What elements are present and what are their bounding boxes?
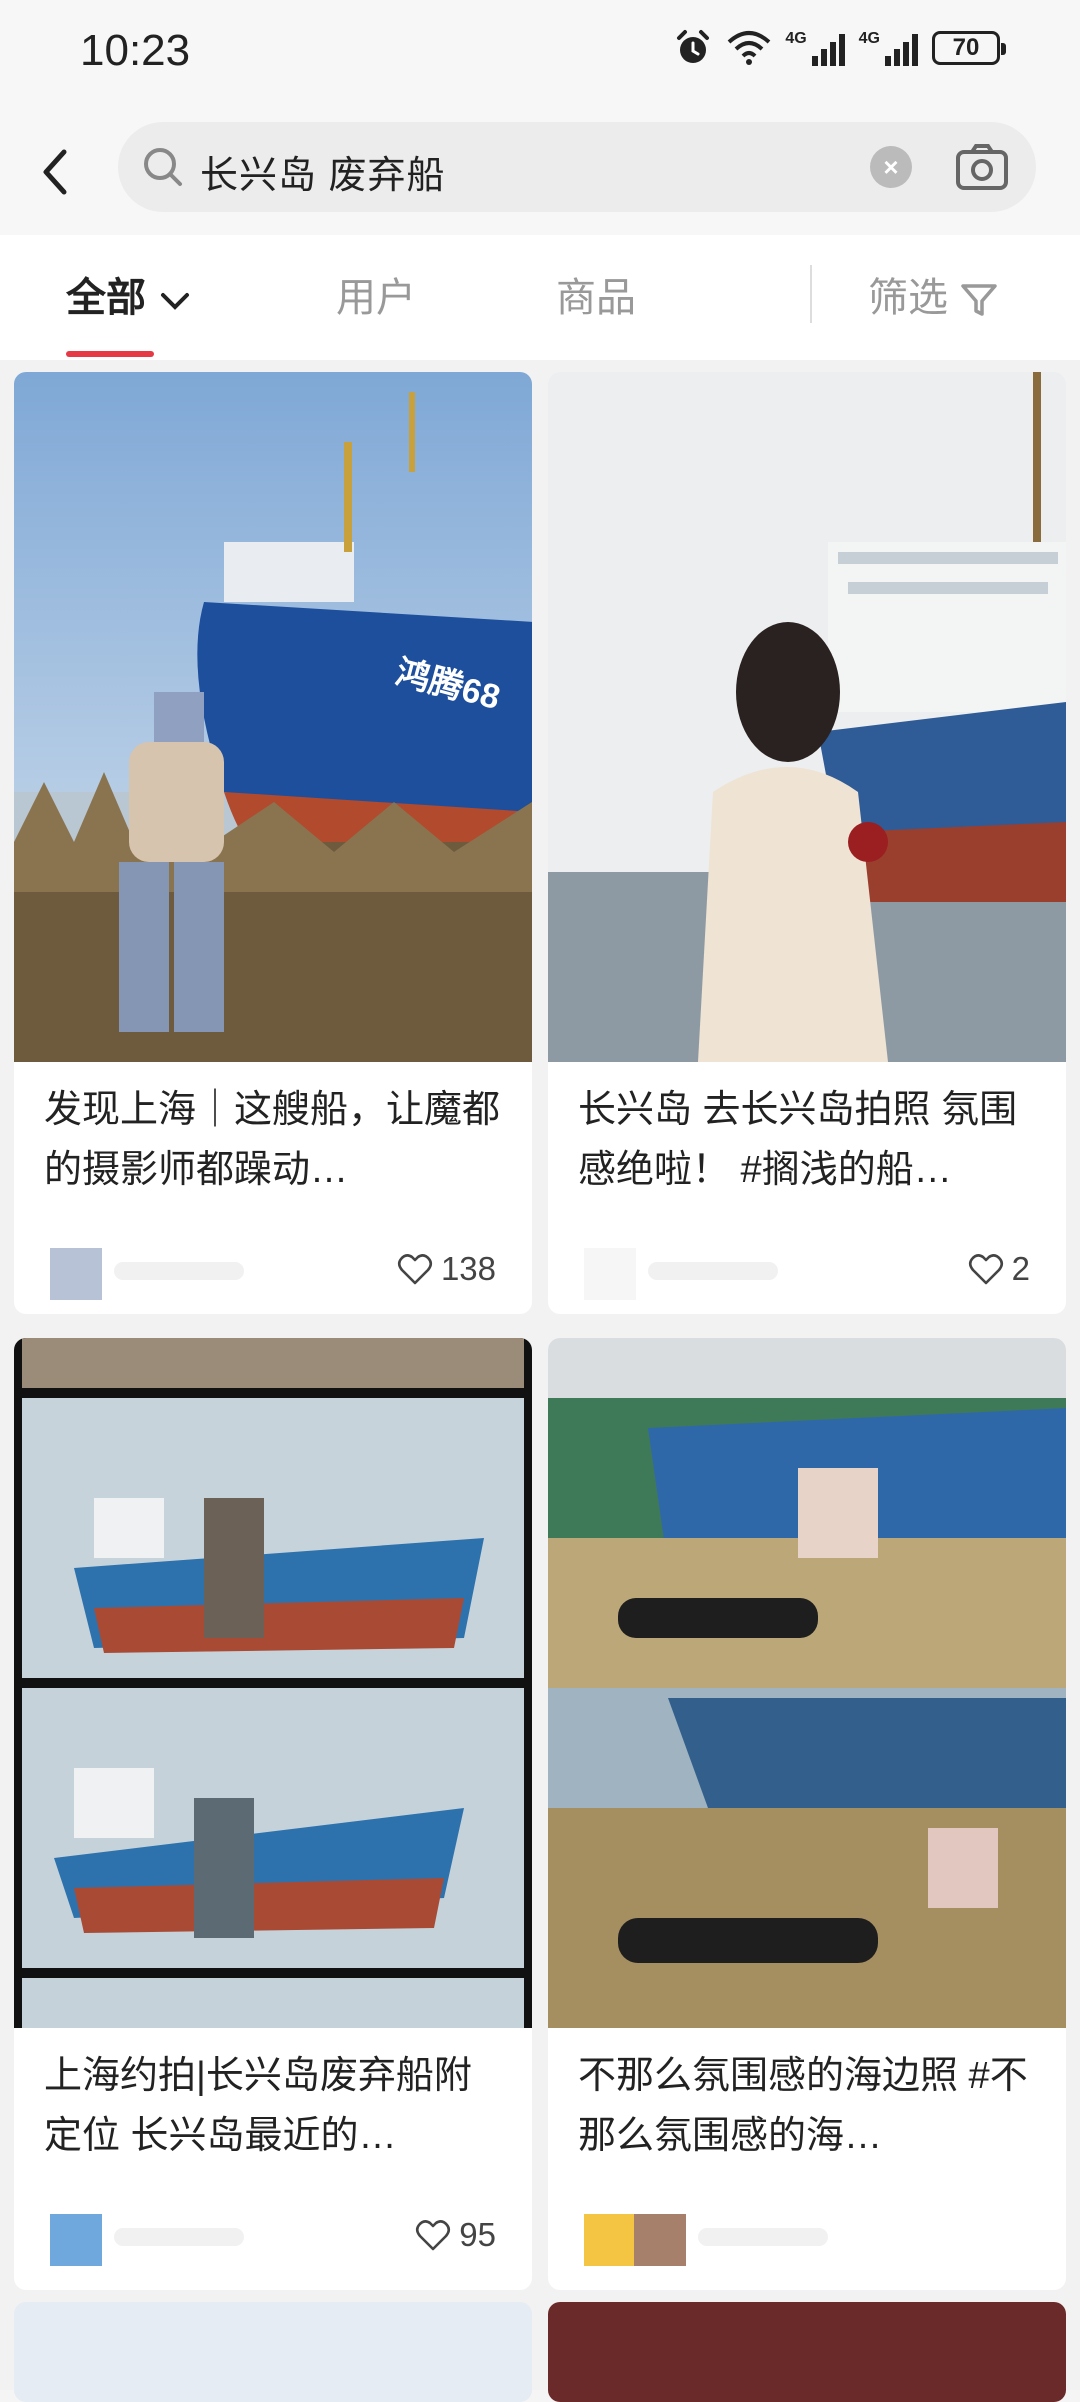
- author-name-blurred: [114, 1262, 244, 1280]
- like-button[interactable]: 138: [397, 1250, 496, 1288]
- post-card[interactable]: 上海约拍|长兴岛废弃船附定位 长兴岛最近的… 95: [14, 1338, 532, 2290]
- tab-users[interactable]: 用户: [336, 265, 416, 323]
- post-title[interactable]: 发现上海｜这艘船，让魔都的摄影师都躁动…: [44, 1080, 504, 1200]
- heart-icon: [968, 1254, 1003, 1285]
- tab-divider: [810, 265, 812, 323]
- tab-products[interactable]: 商品: [556, 265, 636, 323]
- post-title[interactable]: 上海约拍|长兴岛废弃船附定位 长兴岛最近的…: [44, 2046, 504, 2166]
- like-count: 95: [459, 2216, 496, 2253]
- post-image: [14, 1338, 532, 2028]
- post-meta: [548, 2208, 1066, 2268]
- post-card[interactable]: 长兴岛 去长兴岛拍照 氛围感绝啦！ #搁浅的船… 2: [548, 372, 1066, 1314]
- signal-icon: 4G: [859, 30, 918, 66]
- post-meta: 2: [548, 1242, 1066, 1302]
- post-card-partial[interactable]: [548, 2302, 1066, 2402]
- wifi-icon: [727, 31, 771, 65]
- like-count: 2: [1011, 1250, 1030, 1287]
- avatar[interactable]: [584, 1248, 636, 1300]
- search-icon: [144, 148, 182, 186]
- network-type-1: 4G: [785, 30, 807, 47]
- avatar[interactable]: [50, 2214, 102, 2266]
- tab-all-label: 全部: [66, 276, 146, 320]
- like-count: 138: [440, 1250, 496, 1287]
- post-card[interactable]: 不那么氛围感的海边照 #不那么氛围感的海…: [548, 1338, 1066, 2290]
- back-arrow-icon[interactable]: [32, 142, 82, 202]
- signal-icon: 4G: [785, 30, 845, 66]
- battery-icon: 70: [932, 31, 1006, 65]
- post-card[interactable]: 鸿腾68 发现上海｜这艘船，让魔都的摄影师都躁动… 138: [14, 372, 532, 1314]
- tab-all[interactable]: 全部: [66, 265, 193, 323]
- like-button[interactable]: 95: [415, 2216, 496, 2254]
- camera-search-icon[interactable]: [954, 142, 1010, 192]
- status-bar: 10:23 4G 4G 70: [0, 0, 1080, 110]
- post-meta: 95: [14, 2208, 532, 2268]
- results-feed: 鸿腾68 发现上海｜这艘船，让魔都的摄影师都躁动… 138 长兴岛 去长兴岛拍照…: [0, 360, 1080, 2402]
- avatar[interactable]: [584, 2214, 634, 2266]
- avatar[interactable]: [50, 1248, 102, 1300]
- status-icons: 4G 4G 70: [673, 28, 1006, 68]
- like-button[interactable]: 2: [968, 1250, 1030, 1288]
- avatar[interactable]: [634, 2214, 686, 2266]
- post-meta: 138: [14, 1242, 532, 1302]
- status-time: 10:23: [80, 26, 191, 75]
- heart-icon: [397, 1254, 432, 1285]
- post-image: [548, 1338, 1066, 2028]
- chevron-down-icon: [161, 293, 190, 311]
- active-tab-indicator: [66, 351, 154, 357]
- post-title[interactable]: 长兴岛 去长兴岛拍照 氛围感绝啦！ #搁浅的船…: [578, 1080, 1038, 1200]
- post-title[interactable]: 不那么氛围感的海边照 #不那么氛围感的海…: [578, 2046, 1038, 2166]
- result-tabs: 全部 用户 商品 筛选: [0, 235, 1080, 361]
- post-image: [548, 372, 1066, 1062]
- filter-label: 筛选: [868, 276, 948, 320]
- heart-icon: [416, 2220, 451, 2251]
- filter-icon: [961, 284, 997, 317]
- search-input[interactable]: 长兴岛 废弃船: [200, 144, 446, 199]
- alarm-icon: [677, 30, 710, 63]
- post-card-partial[interactable]: [14, 2302, 532, 2402]
- author-name-blurred: [648, 1262, 778, 1280]
- author-name-blurred: [114, 2228, 244, 2246]
- network-type-2: 4G: [858, 30, 880, 47]
- clear-search-icon[interactable]: ×: [870, 146, 912, 188]
- search-header: 长兴岛 废弃船 ×: [0, 110, 1080, 235]
- author-name-blurred: [698, 2228, 828, 2246]
- post-image: 鸿腾68: [14, 372, 532, 1062]
- filter-button[interactable]: 筛选: [868, 265, 999, 323]
- search-bar[interactable]: 长兴岛 废弃船 ×: [118, 122, 1036, 212]
